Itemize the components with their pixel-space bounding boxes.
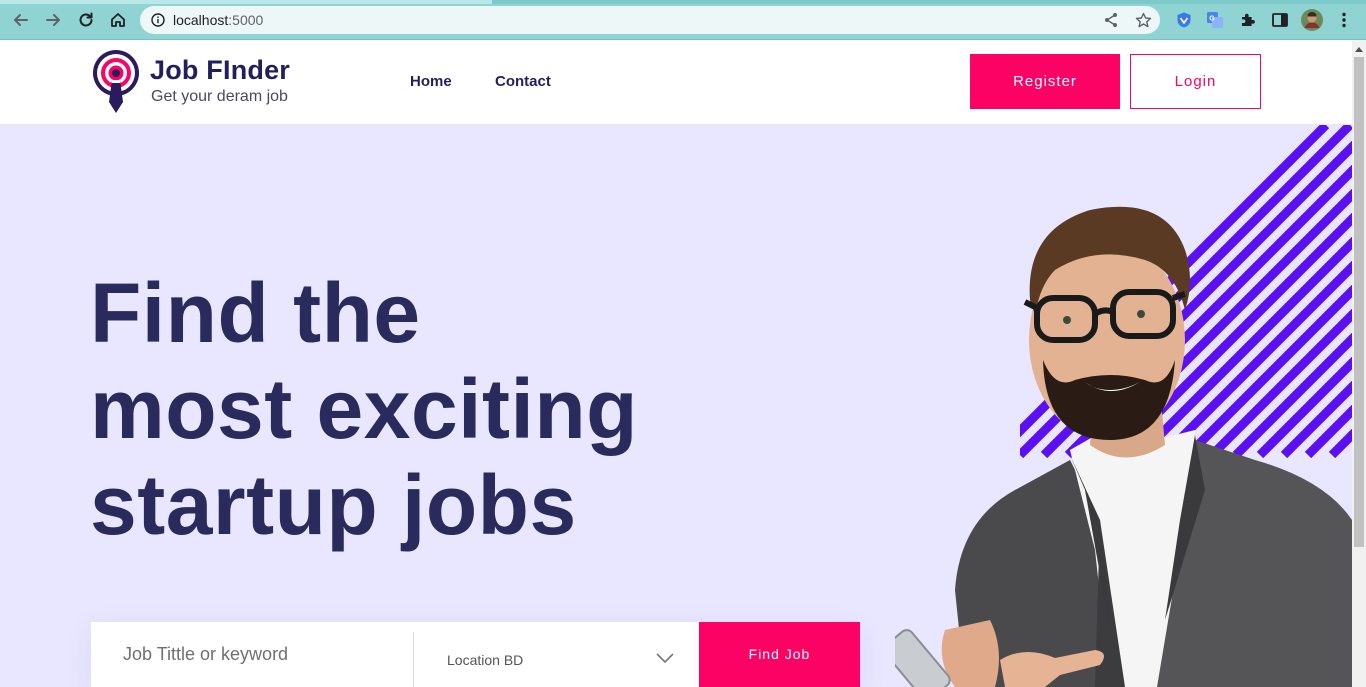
forward-icon[interactable] [41,8,65,32]
site-header: Job FInder Get your deram job Home Conta… [0,40,1352,125]
login-button[interactable]: Login [1130,54,1261,109]
hero-title-line: most exciting [90,362,638,456]
hero-section: Find the most exciting startup jobs Job … [0,125,1352,687]
find-job-button[interactable]: Find Job [699,622,860,687]
url-host: localhost [173,12,229,28]
tab-strip [0,0,1366,4]
hero-title-line: startup jobs [90,458,577,552]
nav-home-link[interactable]: Home [410,73,452,90]
url-text: localhost:5000 [173,12,263,28]
url-port: :5000 [228,12,264,28]
page-scrollbar[interactable] [1352,40,1366,687]
brand-name[interactable]: Job FInder [150,55,290,86]
site-info-icon[interactable] [149,11,167,29]
scroll-up-icon[interactable] [1352,42,1366,56]
extensions-puzzle-icon[interactable] [1237,9,1259,31]
hero-person-image [895,206,1352,687]
job-search-bar: Location BD Find Job [91,622,860,687]
scrollbar-thumb[interactable] [1354,57,1364,547]
location-select[interactable]: Location BD [414,622,699,687]
hero-title: Find the most exciting startup jobs [90,265,790,553]
brand-tagline: Get your deram job [151,88,288,105]
translate-extension-icon[interactable]: G [1204,9,1226,31]
active-tab[interactable] [0,0,492,4]
logo-icon[interactable] [90,49,142,115]
bookmark-star-icon[interactable] [1134,11,1152,29]
location-value: Location BD [447,652,524,668]
keyword-input[interactable] [91,622,413,687]
more-menu-icon[interactable] [1333,9,1355,31]
side-panel-icon[interactable] [1269,9,1291,31]
share-icon[interactable] [1102,11,1120,29]
svg-text:G: G [1209,16,1215,23]
address-bar[interactable]: localhost:5000 [140,6,1160,34]
back-icon[interactable] [9,8,33,32]
shield-extension-icon[interactable] [1173,9,1195,31]
reload-icon[interactable] [74,8,98,32]
home-icon[interactable] [106,8,130,32]
browser-toolbar: localhost:5000 G [0,0,1366,40]
profile-avatar[interactable] [1301,9,1323,31]
register-button[interactable]: Register [970,54,1120,109]
nav-contact-link[interactable]: Contact [495,73,551,90]
hero-title-line: Find the [90,266,421,360]
chevron-down-icon [656,653,674,664]
